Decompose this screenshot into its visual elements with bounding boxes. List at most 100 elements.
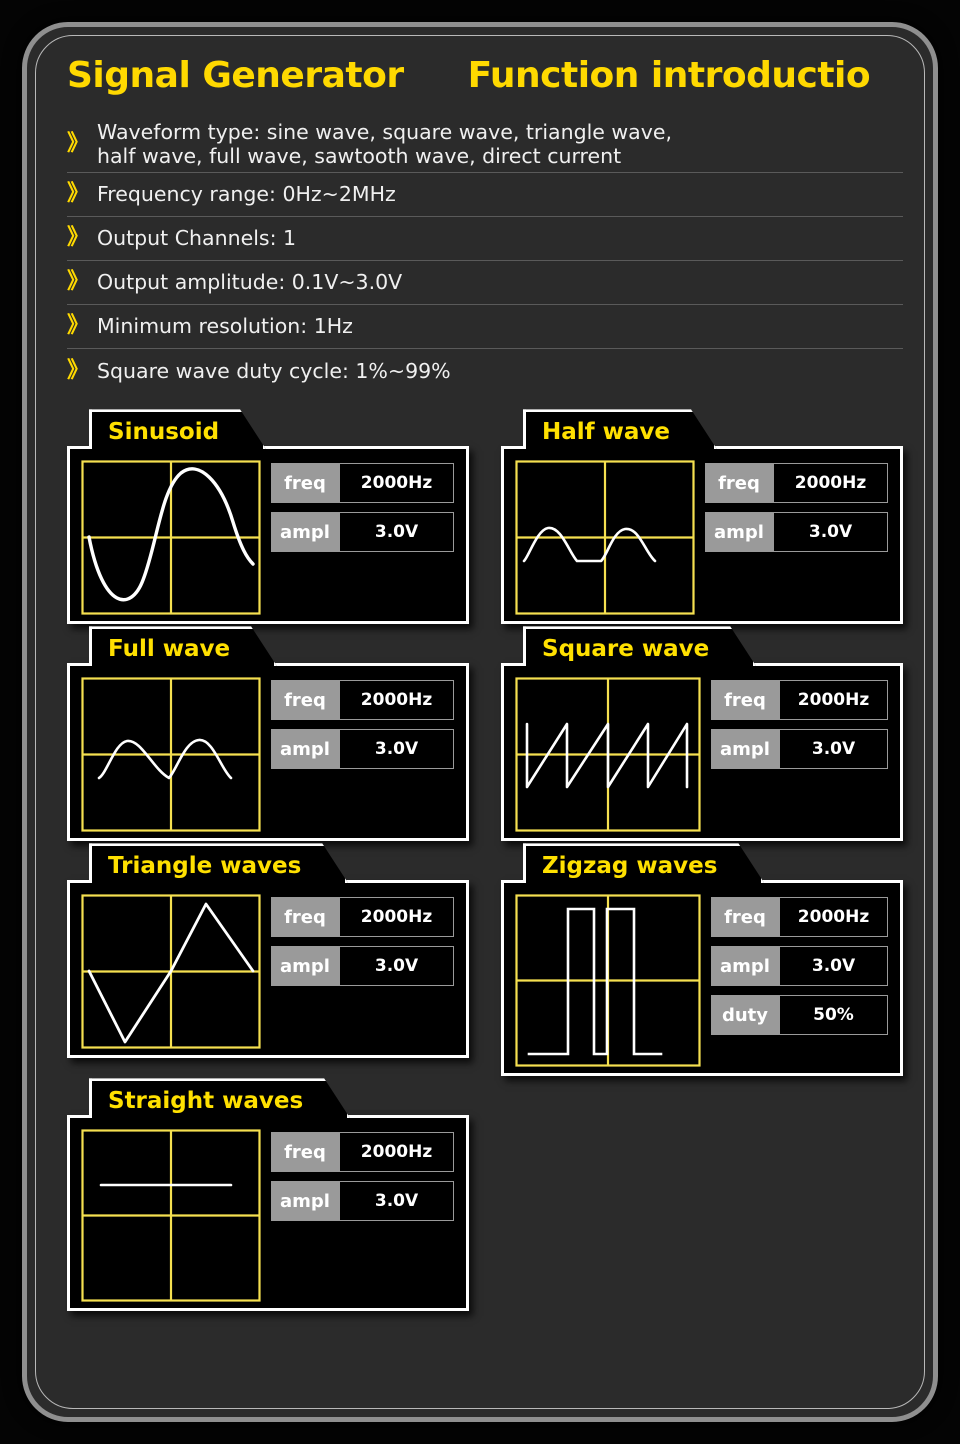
readout-value[interactable]: 3.0V: [339, 512, 454, 553]
chevron-right-double-icon: 》: [67, 269, 90, 295]
readout-label: duty: [711, 995, 779, 1036]
readout-group: freq 2000Hz ampl 3.0V: [271, 460, 454, 609]
card-tab-label: Half wave: [523, 409, 717, 449]
card-row: Full wave freq 2000Hz ampl 3.0V Square w…: [67, 626, 903, 842]
spec-text: Frequency range: 0Hz~2MHz: [97, 182, 396, 207]
card-body: freq 2000Hz ampl 3.0V: [67, 663, 469, 842]
spec-row-minimum-resolution: 》 Minimum resolution: 1Hz: [67, 305, 903, 350]
scope-display-triangle: [81, 894, 261, 1049]
card-row: Triangle waves freq 2000Hz ampl 3.0V Zig…: [67, 843, 903, 1077]
header: Signal Generator Function introductio: [67, 55, 903, 113]
readout-value[interactable]: 2000Hz: [339, 680, 454, 721]
card-body: freq 2000Hz ampl 3.0V: [67, 446, 469, 625]
readout-row-duty: duty 50%: [711, 995, 888, 1036]
content-area: Signal Generator Function introductio 》 …: [67, 55, 903, 1403]
readout-label: ampl: [705, 512, 773, 553]
readout-row-freq: freq 2000Hz: [271, 680, 454, 721]
card-tab-label: Square wave: [523, 626, 756, 666]
readout-value[interactable]: 3.0V: [339, 1181, 454, 1222]
card-tab-label: Full wave: [89, 626, 277, 666]
readout-row-ampl: ampl 3.0V: [711, 729, 888, 770]
spec-row-waveform-type: 》 Waveform type: sine wave, square wave,…: [67, 117, 903, 174]
readout-label: freq: [705, 463, 773, 504]
waveform-card-grid: Sinusoid freq 2000Hz ampl 3.0V Half wave…: [67, 409, 903, 1312]
page-title: Signal Generator: [67, 55, 404, 96]
spec-text: Output amplitude: 0.1V~3.0V: [97, 270, 403, 295]
readout-group: freq 2000Hz ampl 3.0V: [271, 677, 454, 826]
readout-value[interactable]: 2000Hz: [773, 463, 888, 504]
chevron-right-double-icon: 》: [67, 357, 90, 383]
specification-list: 》 Waveform type: sine wave, square wave,…: [67, 117, 903, 393]
readout-group: freq 2000Hz ampl 3.0V duty 50%: [711, 894, 888, 1061]
readout-value[interactable]: 50%: [779, 995, 888, 1036]
scope-display-sine: [81, 460, 261, 615]
card-body: freq 2000Hz ampl 3.0V duty 50%: [501, 880, 903, 1077]
spec-text: Square wave duty cycle: 1%~99%: [97, 358, 451, 383]
spec-text: Waveform type: sine wave, square wave, t…: [97, 120, 673, 169]
readout-group: freq 2000Hz ampl 3.0V: [271, 894, 454, 1043]
chevron-right-double-icon: 》: [67, 225, 90, 251]
card-tab-label: Zigzag waves: [523, 843, 764, 883]
device-frame: Signal Generator Function introductio 》 …: [22, 22, 938, 1422]
chevron-right-double-icon: 》: [67, 181, 90, 207]
readout-value[interactable]: 2000Hz: [339, 1132, 454, 1173]
readout-label: freq: [271, 680, 339, 721]
waveform-card-sinusoid[interactable]: Sinusoid freq 2000Hz ampl 3.0V: [67, 409, 469, 625]
readout-value[interactable]: 2000Hz: [779, 897, 888, 938]
card-body: freq 2000Hz ampl 3.0V: [67, 880, 469, 1059]
readout-label: ampl: [271, 1181, 339, 1222]
scope-display-full-wave: [81, 677, 261, 832]
card-tab-label: Triangle waves: [89, 843, 348, 883]
waveform-card-straight-waves[interactable]: Straight waves freq 2000Hz ampl 3.0V: [67, 1078, 469, 1312]
signal-generator-infographic: Signal Generator Function introductio 》 …: [0, 0, 960, 1444]
card-tab-label: Sinusoid: [89, 409, 266, 449]
readout-row-freq: freq 2000Hz: [711, 680, 888, 721]
card-body: freq 2000Hz ampl 3.0V: [501, 663, 903, 842]
waveform-card-square-wave[interactable]: Square wave freq 2000Hz ampl 3.0V: [501, 626, 903, 842]
readout-label: ampl: [271, 946, 339, 987]
readout-row-ampl: ampl 3.0V: [271, 729, 454, 770]
readout-label: freq: [711, 897, 779, 938]
waveform-card-full-wave[interactable]: Full wave freq 2000Hz ampl 3.0V: [67, 626, 469, 842]
readout-label: freq: [271, 1132, 339, 1173]
readout-group: freq 2000Hz ampl 3.0V: [705, 460, 888, 609]
spec-row-output-amplitude: 》 Output amplitude: 0.1V~3.0V: [67, 261, 903, 306]
readout-value[interactable]: 3.0V: [779, 729, 888, 770]
readout-row-freq: freq 2000Hz: [705, 463, 888, 504]
readout-row-freq: freq 2000Hz: [271, 463, 454, 504]
readout-row-freq: freq 2000Hz: [711, 897, 888, 938]
card-body: freq 2000Hz ampl 3.0V: [501, 446, 903, 625]
readout-row-ampl: ampl 3.0V: [271, 512, 454, 553]
waveform-card-triangle-waves[interactable]: Triangle waves freq 2000Hz ampl 3.0V: [67, 843, 469, 1076]
readout-row-ampl: ampl 3.0V: [705, 512, 888, 553]
readout-value[interactable]: 3.0V: [773, 512, 888, 553]
readout-label: freq: [271, 463, 339, 504]
waveform-card-zigzag-waves[interactable]: Zigzag waves freq 2000Hz ampl 3.0V duty …: [501, 843, 903, 1077]
readout-row-ampl: ampl 3.0V: [271, 946, 454, 987]
chevron-right-double-icon: 》: [67, 313, 90, 339]
card-row: Straight waves freq 2000Hz ampl 3.0V: [67, 1078, 903, 1312]
page-subtitle: Function introductio: [467, 55, 871, 96]
readout-group: freq 2000Hz ampl 3.0V: [271, 1129, 454, 1296]
card-tab-label: Straight waves: [89, 1078, 350, 1118]
spec-row-duty-cycle: 》 Square wave duty cycle: 1%~99%: [67, 349, 903, 393]
readout-row-ampl: ampl 3.0V: [271, 1181, 454, 1222]
waveform-card-half-wave[interactable]: Half wave freq 2000Hz ampl 3.0V: [501, 409, 903, 625]
scope-display-half-wave: [515, 460, 695, 615]
readout-value[interactable]: 3.0V: [779, 946, 888, 987]
readout-value[interactable]: 2000Hz: [339, 897, 454, 938]
scope-display-square-pulse: [515, 894, 701, 1067]
spec-text: Output Channels: 1: [97, 226, 297, 251]
readout-row-freq: freq 2000Hz: [271, 897, 454, 938]
readout-value[interactable]: 3.0V: [339, 729, 454, 770]
readout-value[interactable]: 2000Hz: [779, 680, 888, 721]
readout-label: ampl: [271, 512, 339, 553]
scope-display-dc-line: [81, 1129, 261, 1302]
card-row: Sinusoid freq 2000Hz ampl 3.0V Half wave…: [67, 409, 903, 625]
spec-row-output-channels: 》 Output Channels: 1: [67, 217, 903, 262]
readout-value[interactable]: 2000Hz: [339, 463, 454, 504]
readout-group: freq 2000Hz ampl 3.0V: [711, 677, 888, 826]
readout-label: ampl: [711, 946, 779, 987]
spec-row-frequency-range: 》 Frequency range: 0Hz~2MHz: [67, 173, 903, 218]
readout-value[interactable]: 3.0V: [339, 946, 454, 987]
